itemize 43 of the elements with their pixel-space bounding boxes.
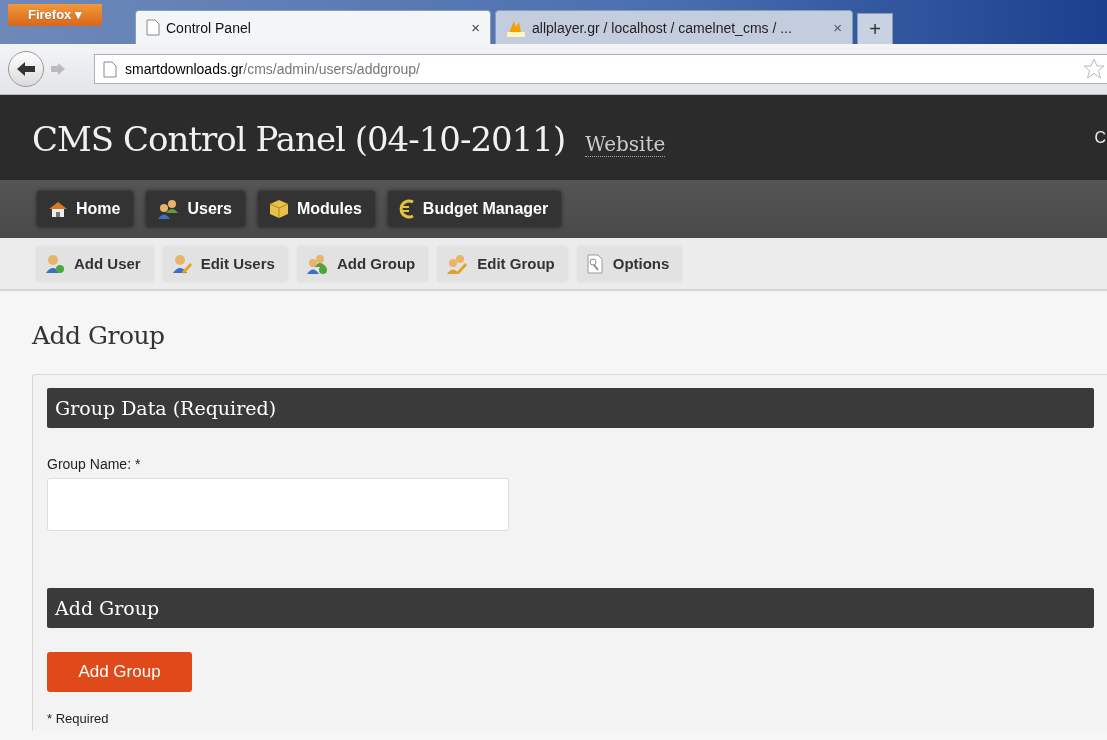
house-icon (48, 201, 68, 217)
section-header: Add Group (47, 588, 1094, 628)
document-key-icon (585, 253, 604, 274)
site-title: CMS Control Panel (04-10-2011) (32, 119, 566, 159)
nav-tab[interactable]: Budget Manager (387, 191, 562, 227)
group-add-icon (305, 253, 328, 274)
group-edit-icon (446, 253, 469, 274)
section-header: Group Data (Required) (47, 388, 1094, 428)
subnav-tab[interactable]: Edit Users (163, 246, 287, 281)
nav-tab[interactable]: Home (37, 191, 134, 227)
nav-tab[interactable]: Users (146, 191, 245, 227)
forward-arrow-icon[interactable] (50, 62, 66, 76)
tab-close-button[interactable]: × (833, 19, 842, 36)
browser-tab[interactable]: allplayer.gr / localhost / camelnet_cms / ... × (495, 10, 853, 44)
people-icon (157, 199, 180, 219)
header-text: C (1094, 129, 1106, 147)
page-icon (103, 60, 117, 78)
user-edit-icon (171, 253, 192, 274)
add-group-button[interactable]: Add Group (47, 652, 192, 692)
field-label: Group Name: * (47, 456, 142, 472)
page-title: Add Group (32, 321, 166, 350)
address-field[interactable]: smartdownloads.gr/cms/admin/users/addgroup/ (94, 54, 1107, 84)
website-link[interactable]: Website (585, 132, 666, 157)
subnav-tab[interactable]: Add User (37, 246, 153, 281)
subnav-tab[interactable]: Add Group (297, 246, 428, 281)
url-text: smartdownloads.gr/cms/admin/users/addgroup/ (125, 61, 420, 77)
back-arrow-icon (16, 61, 36, 77)
subnav-tab[interactable]: Edit Group (438, 246, 567, 281)
required-note: * Required (47, 711, 109, 726)
tab-title: allplayer.gr / localhost / camelnet_cms / ... (532, 19, 792, 36)
nav-tab[interactable]: Modules (257, 191, 375, 227)
bookmark-star-icon[interactable] (1081, 58, 1107, 80)
tab-title: Control Panel (166, 19, 251, 36)
euro-icon (398, 199, 415, 219)
group-name-field[interactable] (47, 478, 509, 531)
tab-close-button[interactable]: × (471, 19, 480, 36)
user-add-icon (45, 253, 65, 274)
back-button[interactable] (8, 51, 44, 87)
browser-tab[interactable]: Control Panel × (135, 10, 491, 44)
page-icon (146, 19, 160, 36)
subnav-tab[interactable]: Options (577, 246, 682, 281)
new-tab-button[interactable]: + (857, 13, 893, 44)
cube-icon (268, 199, 289, 219)
